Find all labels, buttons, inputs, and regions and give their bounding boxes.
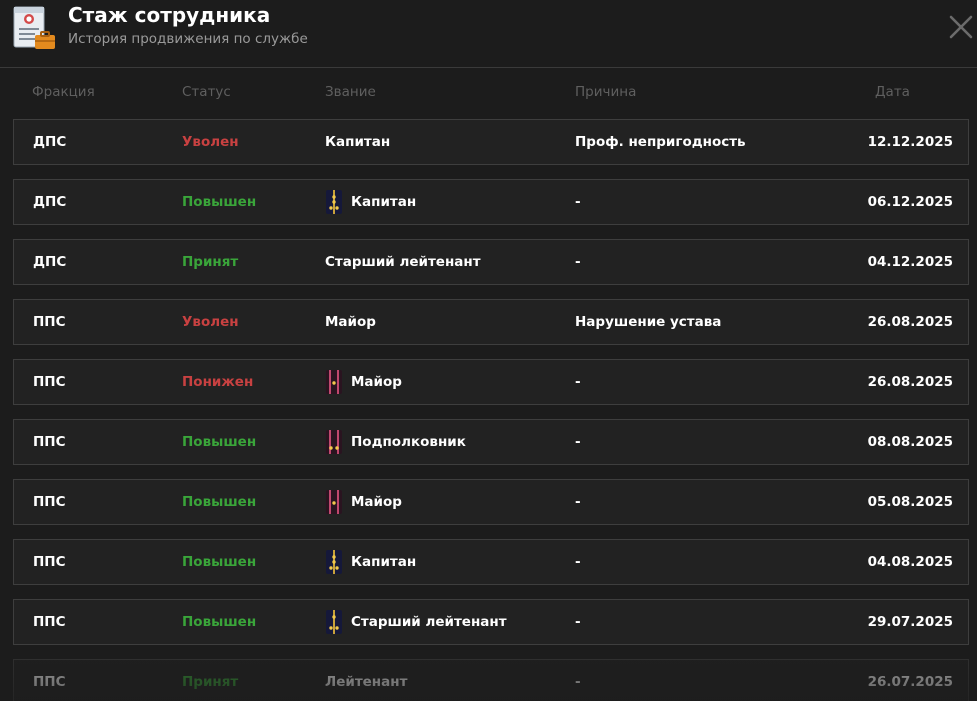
rank-label: Майор bbox=[351, 494, 402, 510]
status-cell: Повышен bbox=[182, 434, 257, 450]
history-list[interactable]: ДПС Уволен Капитан Проф. непригодность 12.12… bbox=[0, 0, 977, 701]
reason-cell: - bbox=[575, 554, 581, 570]
table-row[interactable]: ДПС Принят Старший лейтенант - 04.12.2025 bbox=[13, 239, 969, 285]
major-shoulder-strap-icon bbox=[326, 490, 342, 514]
table-row[interactable]: ППС Понижен Майор - 26.08.2025 bbox=[13, 359, 969, 405]
lieutenant-colonel-shoulder-strap-icon bbox=[326, 430, 342, 454]
faction-cell: ППС bbox=[33, 434, 66, 450]
status-cell: Понижен bbox=[182, 374, 254, 390]
table-row[interactable]: ППС Уволен Майор Нарушение устава 26.08.2025 bbox=[13, 299, 969, 345]
faction-cell: ППС bbox=[33, 614, 66, 630]
date-cell: 29.07.2025 bbox=[867, 614, 953, 630]
rank-label: Капитан bbox=[325, 134, 391, 150]
major-shoulder-strap-icon bbox=[326, 370, 342, 394]
rank-cell: Майор bbox=[325, 360, 402, 404]
date-cell: 04.08.2025 bbox=[867, 554, 953, 570]
rank-cell: Капитан bbox=[325, 120, 390, 164]
rank-cell: Майор bbox=[325, 300, 376, 344]
rank-cell: Подполковник bbox=[325, 420, 466, 464]
table-row[interactable]: ППС Повышен Старший лейтенант - 29.07.2025 bbox=[13, 599, 969, 645]
rank-label: Подполковник bbox=[351, 434, 466, 450]
rank-label: Майор bbox=[351, 374, 402, 390]
reason-cell: - bbox=[575, 494, 581, 510]
faction-cell: ППС bbox=[33, 314, 66, 330]
reason-cell: Нарушение устава bbox=[575, 314, 722, 330]
faction-cell: ППС bbox=[33, 674, 66, 690]
rank-cell: Капитан bbox=[325, 180, 416, 224]
rank-label: Старший лейтенант bbox=[351, 614, 507, 630]
rank-label: Капитан bbox=[351, 554, 417, 570]
faction-cell: ДПС bbox=[33, 254, 67, 270]
rank-label: Капитан bbox=[351, 194, 417, 210]
faction-cell: ППС bbox=[33, 554, 66, 570]
rank-cell: Капитан bbox=[325, 540, 416, 584]
rank-cell: Старший лейтенант bbox=[325, 240, 481, 284]
status-cell: Повышен bbox=[182, 554, 257, 570]
date-cell: 12.12.2025 bbox=[867, 134, 953, 150]
table-row[interactable]: ППС Повышен Подполковник - 08.08.2025 bbox=[13, 419, 969, 465]
reason-cell: - bbox=[575, 374, 581, 390]
rank-cell: Старший лейтенант bbox=[325, 600, 507, 644]
date-cell: 08.08.2025 bbox=[867, 434, 953, 450]
status-cell: Уволен bbox=[182, 314, 239, 330]
rank-label: Майор bbox=[325, 314, 376, 330]
faction-cell: ДПС bbox=[33, 194, 67, 210]
date-cell: 26.08.2025 bbox=[867, 314, 953, 330]
status-cell: Повышен bbox=[182, 194, 257, 210]
date-cell: 06.12.2025 bbox=[867, 194, 953, 210]
reason-cell: Проф. непригодность bbox=[575, 134, 746, 150]
reason-cell: - bbox=[575, 194, 581, 210]
reason-cell: - bbox=[575, 614, 581, 630]
reason-cell: - bbox=[575, 674, 581, 690]
rank-cell: Лейтенант bbox=[325, 660, 407, 701]
senior-lieutenant-shoulder-strap-icon bbox=[326, 610, 342, 634]
rank-label: Старший лейтенант bbox=[325, 254, 481, 270]
date-cell: 05.08.2025 bbox=[867, 494, 953, 510]
status-cell: Уволен bbox=[182, 134, 239, 150]
faction-cell: ППС bbox=[33, 494, 66, 510]
faction-cell: ППС bbox=[33, 374, 66, 390]
date-cell: 26.07.2025 bbox=[867, 674, 953, 690]
table-row[interactable]: ДПС Уволен Капитан Проф. непригодность 12.12… bbox=[13, 119, 969, 165]
date-cell: 26.08.2025 bbox=[867, 374, 953, 390]
status-cell: Принят bbox=[182, 254, 239, 270]
table-row[interactable]: ДПС Повышен Капитан - 06.12.2025 bbox=[13, 179, 969, 225]
table-row[interactable]: ППС Принят Лейтенант - 26.07.2025 bbox=[13, 659, 969, 701]
table-row[interactable]: ППС Повышен Капитан - 04.08.2025 bbox=[13, 539, 969, 585]
rank-label: Лейтенант bbox=[325, 674, 408, 690]
date-cell: 04.12.2025 bbox=[867, 254, 953, 270]
captain-shoulder-strap-icon bbox=[326, 550, 342, 574]
status-cell: Повышен bbox=[182, 494, 257, 510]
table-row[interactable]: ППС Повышен Майор - 05.08.2025 bbox=[13, 479, 969, 525]
reason-cell: - bbox=[575, 254, 581, 270]
faction-cell: ДПС bbox=[33, 134, 67, 150]
dps-captain-shoulder-strap-icon bbox=[326, 190, 342, 214]
status-cell: Принят bbox=[182, 674, 239, 690]
reason-cell: - bbox=[575, 434, 581, 450]
rank-cell: Майор bbox=[325, 480, 402, 524]
status-cell: Повышен bbox=[182, 614, 257, 630]
